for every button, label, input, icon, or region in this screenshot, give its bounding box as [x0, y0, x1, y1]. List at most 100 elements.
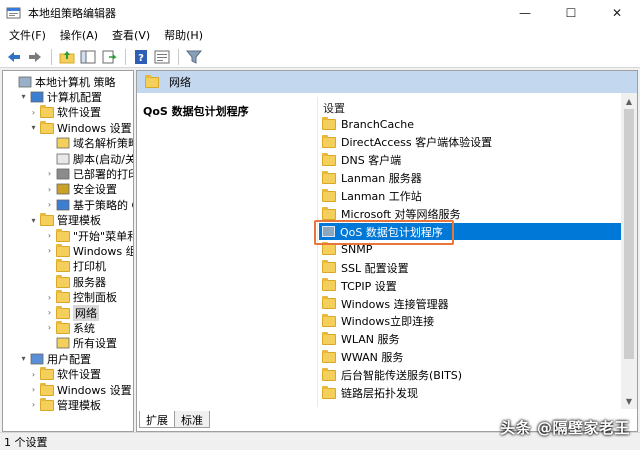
menu-action[interactable]: 操作(A) — [53, 26, 105, 46]
tree-item[interactable]: › Windows 设置 — [29, 382, 132, 397]
tree-item[interactable]: › 管理模板 — [29, 397, 101, 412]
tree-item[interactable]: › "开始"菜单和任 — [45, 228, 133, 243]
tree-item[interactable]: › 控制面板 — [45, 290, 117, 305]
help-icon[interactable]: ? — [131, 47, 151, 67]
chart-icon — [56, 199, 70, 211]
tree-item[interactable]: › 软件设置 — [29, 367, 101, 382]
setting-item-label: SSL 配置设置 — [341, 261, 409, 275]
expand-arrow-icon[interactable]: › — [45, 231, 54, 240]
scrollbar-thumb[interactable] — [624, 109, 634, 359]
tree-item-label: 已部署的打印 — [73, 167, 134, 181]
tree-item[interactable]: ▾ 管理模板 — [29, 213, 101, 228]
folder-icon — [322, 331, 336, 345]
menu-help[interactable]: 帮助(H) — [157, 26, 210, 46]
setting-item-label: Lanman 工作站 — [341, 190, 422, 204]
setting-item[interactable]: Windows立即连接 — [319, 313, 623, 330]
policy-tree[interactable]: 本地计算机 策略 ▾ 计算机配置 › 软件设置 ▾ Windows 设置 域名解析策略 脚本(启… — [2, 70, 134, 432]
expand-arrow-icon[interactable]: › — [29, 400, 38, 409]
tree-item[interactable]: ▾ Windows 设置 — [29, 120, 132, 135]
folder-icon — [56, 290, 70, 304]
filter-icon[interactable] — [184, 47, 204, 67]
expand-arrow-icon[interactable]: › — [45, 293, 54, 302]
expand-arrow-icon[interactable]: › — [29, 108, 38, 117]
expand-arrow-icon[interactable]: › — [45, 323, 54, 332]
tree-item[interactable]: 打印机 — [45, 259, 106, 274]
folder-icon — [322, 385, 336, 399]
forward-arrow-icon[interactable] — [25, 47, 45, 67]
tree-item[interactable]: 脚本(启动/关 — [45, 151, 133, 166]
tree-item[interactable]: › 软件设置 — [29, 105, 101, 120]
expand-arrow-icon[interactable]: › — [45, 308, 54, 317]
properties-icon[interactable] — [152, 47, 172, 67]
expand-arrow-icon[interactable]: › — [45, 200, 54, 209]
setting-item-label: Lanman 服务器 — [341, 172, 422, 186]
tab-extended[interactable]: 扩展 — [139, 411, 175, 428]
collapse-arrow-icon[interactable]: ▾ — [19, 92, 28, 101]
setting-item[interactable]: DirectAccess 客户端体验设置 — [319, 134, 623, 151]
title-bar: 本地组策略编辑器 — ☐ ✕ — [0, 0, 640, 26]
collapse-arrow-icon[interactable]: ▾ — [29, 216, 38, 225]
group-policy-app-icon — [6, 6, 22, 20]
expand-arrow-icon[interactable]: › — [45, 169, 54, 178]
scroll-up-icon[interactable]: ▲ — [621, 93, 637, 109]
setting-item[interactable]: DNS 客户端 — [319, 152, 623, 169]
vertical-scrollbar[interactable]: ▲ ▼ — [621, 93, 637, 409]
tree-item-label: 系统 — [73, 321, 95, 335]
doc-folder-icon — [56, 137, 70, 149]
folder-icon — [322, 349, 336, 363]
up-folder-icon[interactable] — [57, 47, 77, 67]
expand-arrow-icon[interactable]: › — [45, 246, 54, 255]
setting-item[interactable]: BranchCache — [319, 116, 623, 133]
scroll-down-icon[interactable]: ▼ — [621, 393, 637, 409]
toolbar-separator — [125, 48, 126, 65]
all-settings-icon — [56, 337, 70, 349]
setting-item[interactable]: SSL 配置设置 — [319, 259, 623, 276]
expand-arrow-icon[interactable]: › — [29, 370, 38, 379]
collapse-arrow-icon[interactable]: ▾ — [19, 354, 28, 363]
setting-item-label: Windows 连接管理器 — [341, 297, 449, 311]
show-hide-tree-icon[interactable] — [78, 47, 98, 67]
setting-item[interactable]: 链路层拓扑发现 — [319, 385, 623, 402]
setting-item[interactable]: Lanman 工作站 — [319, 188, 623, 205]
tree-item[interactable]: 域名解析策略 — [45, 136, 133, 151]
minimize-button[interactable]: — — [502, 0, 548, 26]
collapse-arrow-icon[interactable]: ▾ — [29, 123, 38, 132]
tab-standard[interactable]: 标准 — [174, 411, 210, 428]
toolbar: ? — [0, 46, 640, 68]
close-button[interactable]: ✕ — [594, 0, 640, 26]
setting-item[interactable]: WWAN 服务 — [319, 349, 623, 366]
export-list-icon[interactable] — [99, 47, 119, 67]
settings-column-header[interactable]: 设置 — [323, 100, 345, 116]
setting-item[interactable]: Windows 连接管理器 — [319, 295, 623, 312]
setting-item[interactable]: 后台智能传送服务(BITS) — [319, 367, 623, 384]
folder-icon — [56, 259, 70, 273]
setting-item[interactable]: TCPIP 设置 — [319, 277, 623, 294]
tree-item-label: 控制面板 — [73, 291, 117, 305]
tree-item[interactable]: › 系统 — [45, 320, 95, 335]
tree-item[interactable]: 本地计算机 策略 — [7, 74, 116, 89]
category-header: 网络 — [137, 71, 637, 93]
maximize-button[interactable]: ☐ — [548, 0, 594, 26]
settings-pane: 网络 QoS 数据包计划程序 设置 BranchCache DirectAcces… — [136, 70, 638, 432]
menu-file[interactable]: 文件(F) — [2, 26, 53, 46]
tree-item[interactable]: ▾ 用户配置 — [19, 351, 91, 366]
tree-item[interactable]: › 已部署的打印 — [45, 166, 134, 181]
folder-icon — [322, 206, 336, 220]
back-arrow-icon[interactable] — [4, 47, 24, 67]
setting-item[interactable]: Lanman 服务器 — [319, 170, 623, 187]
tree-item-label: 计算机配置 — [47, 90, 102, 104]
setting-item[interactable]: WLAN 服务 — [319, 331, 623, 348]
tree-item-label: 管理模板 — [57, 214, 101, 228]
tree-item[interactable]: 所有设置 — [45, 336, 117, 351]
folder-icon — [40, 213, 54, 227]
tree-item[interactable]: › 网络 — [45, 304, 99, 321]
tree-item[interactable]: › 安全设置 — [45, 182, 117, 197]
tree-item[interactable]: › Windows 组件 — [45, 243, 133, 258]
tree-item[interactable]: ▾ 计算机配置 — [19, 89, 102, 104]
expand-arrow-icon[interactable]: › — [29, 385, 38, 394]
tree-item-label: 安全设置 — [73, 183, 117, 197]
tree-item[interactable]: 服务器 — [45, 274, 106, 289]
expand-arrow-icon[interactable]: › — [45, 185, 54, 194]
menu-view[interactable]: 查看(V) — [105, 26, 157, 46]
tree-item[interactable]: › 基于策略的 Q — [45, 197, 133, 212]
